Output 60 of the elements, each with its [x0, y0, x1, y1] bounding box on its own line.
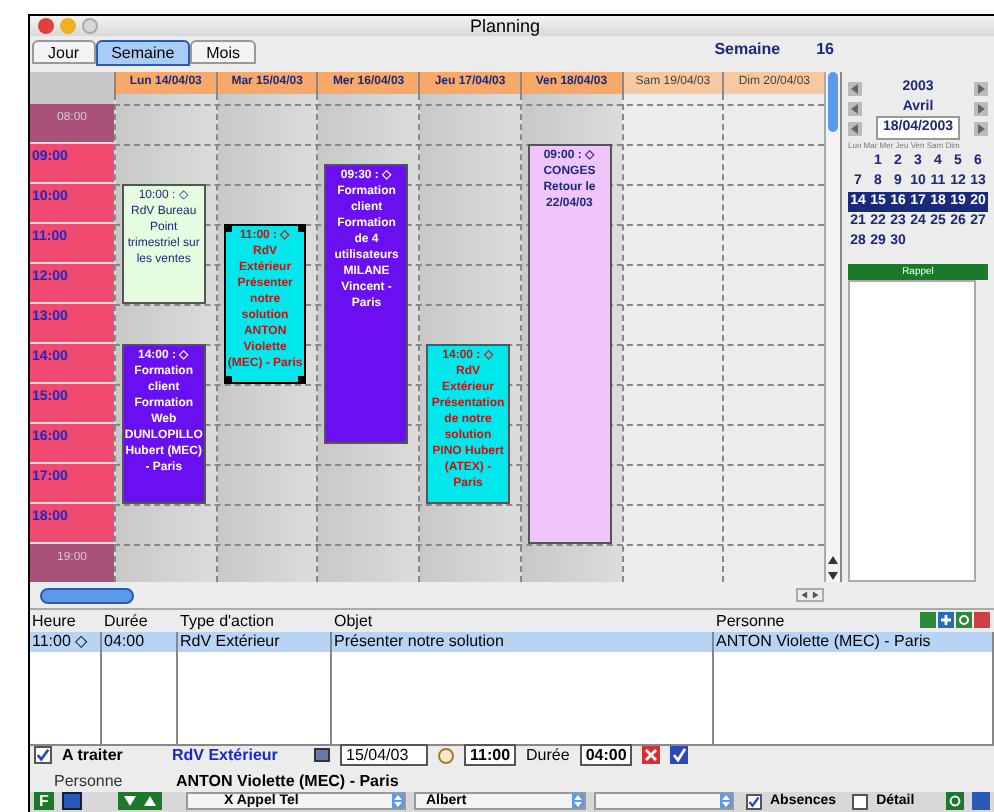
previous-arrow-icon[interactable] [848, 81, 862, 96]
resize-handle[interactable] [225, 226, 232, 233]
tab[interactable]: Mois [190, 40, 257, 65]
add-icon[interactable] [920, 612, 936, 629]
calendar-icon[interactable] [314, 748, 330, 762]
week-number: 16 [816, 38, 834, 63]
column-header[interactable]: Personne [714, 609, 894, 634]
plus-icon[interactable] [938, 612, 954, 629]
person-value: ANTON Violette (MEC) - Paris [176, 769, 399, 793]
resize-handle[interactable] [298, 376, 305, 383]
list-row[interactable]: 11:00 ◇ 04:00 RdV Extérieur Présenter notre solution ANTON Violette (MEC) - Paris [30, 632, 994, 653]
cancel-button[interactable] [642, 746, 661, 764]
letter-button[interactable]: F [34, 792, 54, 811]
vertical-scrollbar[interactable] [824, 72, 840, 583]
next-arrow-icon[interactable] [973, 81, 988, 96]
table-cell: 11:00 ◇ [30, 632, 102, 653]
delete-icon[interactable] [974, 612, 990, 629]
next-arrow-icon[interactable] [974, 101, 988, 116]
table-cell: ANTON Violette (MEC) - Paris [714, 632, 994, 653]
week-label: Semaine [714, 38, 781, 63]
tab[interactable]: Semaine [95, 40, 191, 67]
date-field[interactable]: 15/04/03 [340, 744, 428, 766]
confirm-button[interactable] [670, 746, 689, 764]
help-button[interactable] [946, 792, 964, 811]
scroll-thumb[interactable] [828, 72, 838, 133]
previous-arrow-icon[interactable] [848, 121, 862, 136]
to-do-label: A traiter [62, 743, 125, 767]
clock-icon[interactable] [438, 747, 454, 763]
stepper-icon [720, 794, 732, 809]
detail-checkbox[interactable] [852, 793, 869, 810]
window-title: Planning [470, 17, 541, 36]
column-header[interactable]: Objet [332, 609, 714, 634]
tab[interactable]: Jour [32, 40, 96, 65]
stepper-icon [392, 794, 404, 809]
duration-field[interactable]: 04:00 [579, 744, 633, 766]
table-cell: RdV Extérieur [178, 632, 332, 653]
column-header[interactable]: Type d'action [178, 609, 332, 634]
save-icon[interactable] [972, 792, 990, 811]
resize-handle[interactable] [298, 226, 305, 233]
to-do-checkbox[interactable] [34, 746, 52, 764]
help-icon[interactable] [956, 612, 972, 629]
table-cell: 04:00 [102, 632, 178, 653]
down-up-arrows-icon[interactable] [118, 792, 162, 811]
scroll-arrows-icon[interactable] [826, 554, 840, 583]
resize-handle[interactable] [225, 376, 232, 383]
horizontal-scroll-arrows-icon[interactable] [796, 588, 824, 603]
next-arrow-icon[interactable] [973, 121, 988, 136]
absences-checkbox[interactable] [746, 793, 762, 810]
previous-arrow-icon[interactable] [848, 101, 862, 116]
view-pill[interactable] [40, 587, 134, 604]
column-header[interactable]: Heure [30, 609, 102, 634]
stepper-icon [572, 794, 584, 809]
action-type: RdV Extérieur [172, 743, 280, 767]
column-header[interactable]: Durée [102, 609, 178, 634]
duration-label: Durée [526, 743, 570, 767]
table-cell: Présenter notre solution [332, 632, 714, 653]
list-icon[interactable] [62, 792, 82, 811]
person-label: Personne [54, 769, 125, 793]
time-field[interactable]: 11:00 [464, 744, 517, 766]
close-button[interactable] [38, 18, 54, 35]
